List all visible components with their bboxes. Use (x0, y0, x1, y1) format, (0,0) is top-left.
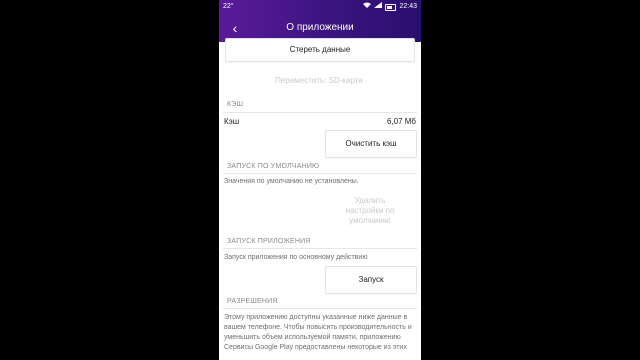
clear-cache-button[interactable]: Очистить кэш (325, 130, 417, 158)
move-to-sd-button[interactable]: Переместить: SD-карта (225, 72, 413, 90)
status-right: 22:43 (363, 0, 417, 14)
permissions-text: Этому приложению доступны указанные ниже… (224, 314, 412, 351)
clear-data-button[interactable]: Стереть данные (225, 38, 415, 62)
defaults-section-title: ЗАПУСК ПО УМОЛЧАНИЮ (227, 163, 320, 170)
status-time: 22:43 (399, 3, 417, 10)
permissions-section-title: РАЗРЕШЕНИЯ (227, 298, 278, 305)
status-bar: 22° 22:43 (219, 0, 421, 14)
wifi-icon (363, 0, 372, 14)
cache-divider (223, 112, 417, 113)
launch-section-title: ЗАПУСК ПРИЛОЖЕНИЯ (227, 238, 311, 245)
battery-icon (385, 3, 397, 11)
launch-button[interactable]: Запуск (325, 266, 417, 294)
phone-screen: 22° 22:43 ‹ О приложении Стереть данные … (219, 0, 421, 360)
remove-defaults-button[interactable]: Удалить настройки по умолчанию (339, 194, 401, 228)
signal-icon (374, 0, 383, 14)
app-info-content: Стереть данные Переместить: SD-карта КЭШ… (219, 38, 421, 360)
cache-section-title: КЭШ (227, 101, 244, 108)
cache-label: Кэш (224, 117, 240, 126)
cache-size-value: 6,07 Мб (386, 117, 416, 126)
launch-description: Запуск приложения по основному действию (224, 254, 368, 261)
permissions-divider (223, 308, 417, 309)
defaults-divider (223, 173, 417, 174)
launch-divider (223, 248, 417, 249)
defaults-status-text: Значения по умолчанию не установлены. (224, 178, 359, 185)
status-left-text: 22° (223, 3, 234, 10)
